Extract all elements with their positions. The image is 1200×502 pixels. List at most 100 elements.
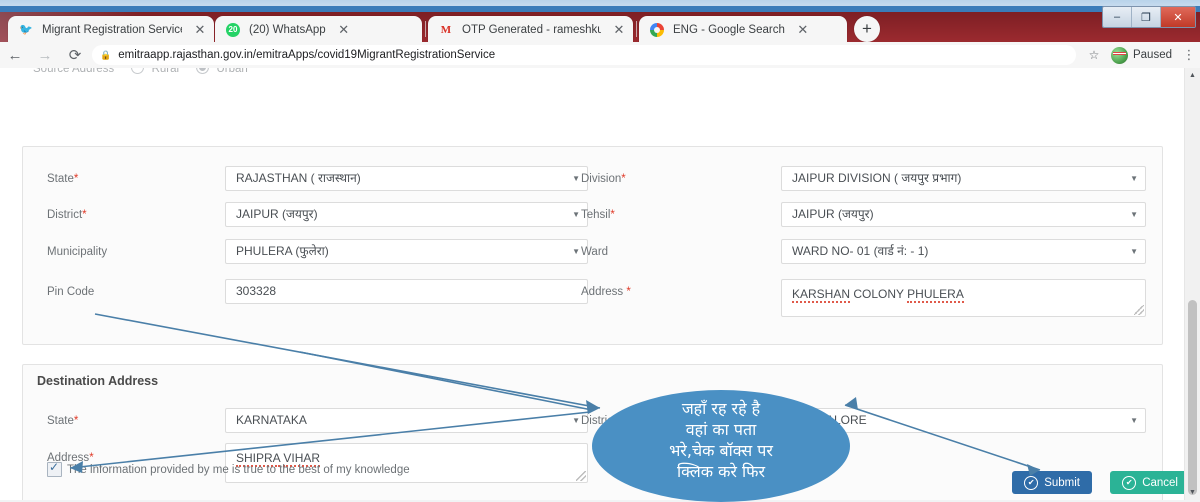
tab-otp-generated[interactable]: M OTP Generated - rameshkumawa ✕: [428, 16, 633, 44]
destination-address-panel: Destination Address State* KARNATAKA ▼ D…: [22, 364, 1163, 500]
pincode-value: 303328: [236, 284, 277, 298]
source-address-type-row[interactable]: Source Address Rural Urban: [33, 68, 248, 75]
address-token: PHULERA: [907, 287, 964, 303]
close-icon[interactable]: ✕: [611, 22, 627, 38]
municipality-label: Municipality: [47, 246, 108, 258]
source-address-legend: Source Address: [33, 68, 115, 75]
municipality-select[interactable]: PHULERA (फुलेरा) ▼: [225, 239, 588, 264]
radio-rural-label: Rural: [151, 68, 180, 75]
tab-title: ENG - Google Search: [673, 24, 785, 36]
dest-district-select[interactable]: BANGALORE ▼: [781, 408, 1146, 433]
cancel-button[interactable]: ✔ Cancel: [1110, 471, 1190, 494]
pincode-input[interactable]: 303328: [225, 279, 588, 304]
required-asterisk: *: [73, 173, 79, 185]
chevron-down-icon: ▼: [572, 210, 580, 219]
extension-icon[interactable]: [1110, 46, 1128, 64]
new-tab-button[interactable]: +: [854, 16, 880, 42]
radio-rural[interactable]: [131, 68, 145, 74]
tab-divider: [636, 21, 637, 37]
close-window-button[interactable]: ✕: [1161, 7, 1195, 27]
gmail-icon: M: [440, 23, 452, 36]
google-icon: [649, 22, 665, 38]
state-label: State*: [47, 173, 79, 185]
division-select[interactable]: JAIPUR DIVISION ( जयपुर प्रभाग) ▼: [781, 166, 1146, 191]
tab-whatsapp[interactable]: 20 (20) WhatsApp ✕: [215, 16, 422, 44]
maximize-button[interactable]: ❐: [1132, 7, 1161, 27]
tehsil-select[interactable]: JAIPUR (जयपुर) ▼: [781, 202, 1146, 227]
required-asterisk: *: [82, 209, 87, 221]
browser-toolbar: ← → ⟳ 🔒 emitraapp.rajasthan.gov.in/emitr…: [0, 42, 1200, 69]
state-select[interactable]: RAJASTHAN ( राजस्थान) ▼: [225, 166, 588, 191]
cancel-label: Cancel: [1142, 476, 1178, 489]
tab-title: Migrant Registration Service: [42, 24, 182, 36]
vertical-scrollbar[interactable]: ▲ ▼: [1184, 68, 1200, 500]
district-select[interactable]: JAIPUR (जयपुर) ▼: [225, 202, 588, 227]
address-token: KARSHAN: [792, 287, 851, 303]
source-address-panel: State* RAJASTHAN ( राजस्थान) ▼ Division*…: [22, 146, 1163, 345]
dest-district-value: BANGALORE: [792, 413, 867, 427]
declaration-checkbox[interactable]: [47, 460, 62, 477]
dest-state-select[interactable]: KARNATAKA ▼: [225, 408, 588, 433]
pincode-label: Pin Code: [47, 286, 95, 298]
resize-grip-icon[interactable]: [1134, 305, 1144, 315]
close-icon[interactable]: ✕: [192, 22, 208, 38]
source-address-textarea[interactable]: KARSHAN COLONY PHULERA: [781, 279, 1146, 317]
tehsil-value: JAIPUR (जयपुर): [792, 207, 874, 221]
declaration-label: The information provided by me is true t…: [67, 463, 410, 476]
browser-menu-icon[interactable]: ⋮: [1178, 47, 1200, 63]
chevron-down-icon: ▼: [1130, 210, 1138, 219]
whatsapp-badge: 20: [226, 23, 240, 37]
tab-list: 🐦 Migrant Registration Service ✕ 20 (20)…: [8, 14, 880, 44]
check-circle-icon: ✔: [1024, 475, 1039, 490]
municipality-value: PHULERA (फुलेरा): [236, 244, 329, 258]
close-icon[interactable]: ✕: [336, 22, 352, 38]
scroll-down-icon[interactable]: ▼: [1185, 485, 1200, 500]
close-icon[interactable]: ✕: [795, 22, 811, 38]
chevron-down-icon: ▼: [572, 174, 580, 183]
lock-icon: 🔒: [100, 49, 112, 60]
dest-district-label: District*: [581, 415, 621, 427]
chevron-down-icon: ▼: [572, 247, 580, 256]
minimize-button[interactable]: –: [1103, 7, 1132, 27]
tab-divider: [425, 21, 426, 37]
district-label: District*: [47, 209, 87, 221]
district-value: JAIPUR (जयपुर): [236, 207, 318, 221]
state-value: RAJASTHAN ( राजस्थान): [236, 171, 361, 185]
destination-address-title: Destination Address: [37, 374, 159, 388]
resize-grip-icon[interactable]: [576, 471, 586, 481]
page-content: Source Address Rural Urban State* RAJAST…: [0, 68, 1200, 500]
bookmark-star-icon[interactable]: ☆: [1082, 48, 1106, 62]
dest-state-value: KARNATAKA: [236, 413, 307, 427]
back-icon[interactable]: ←: [0, 42, 30, 68]
chevron-down-icon: ▼: [1130, 416, 1138, 425]
tab-migrant-registration-service[interactable]: 🐦 Migrant Registration Service ✕: [8, 16, 214, 44]
dest-state-label: State*: [47, 415, 79, 427]
tehsil-label: Tehsil*: [581, 209, 615, 221]
whatsapp-icon: 20: [225, 22, 241, 38]
scrollbar-thumb[interactable]: [1188, 300, 1197, 495]
tab-title: (20) WhatsApp: [249, 24, 326, 36]
ward-value: WARD NO- 01 (वार्ड नं: - 1): [792, 244, 929, 258]
address-bar[interactable]: 🔒 emitraapp.rajasthan.gov.in/emitraApps/…: [92, 45, 1076, 65]
form-canvas: Source Address Rural Urban State* RAJAST…: [0, 68, 1185, 500]
reload-icon[interactable]: ⟳: [60, 42, 90, 68]
ward-select[interactable]: WARD NO- 01 (वार्ड नं: - 1) ▼: [781, 239, 1146, 264]
extension-paused-label[interactable]: Paused: [1133, 49, 1172, 61]
required-asterisk: *: [616, 415, 621, 427]
division-value: JAIPUR DIVISION ( जयपुर प्रभाग): [792, 171, 962, 185]
chevron-down-icon: ▼: [572, 416, 580, 425]
window-controls[interactable]: – ❐ ✕: [1102, 6, 1196, 28]
chevron-down-icon: ▼: [1130, 174, 1138, 183]
tab-eng-google-search[interactable]: ENG - Google Search ✕: [639, 16, 847, 44]
radio-urban-label: Urban: [216, 68, 248, 75]
submit-button[interactable]: ✔ Submit: [1012, 471, 1092, 494]
declaration-row[interactable]: The information provided by me is true t…: [47, 460, 410, 477]
required-asterisk: *: [621, 173, 626, 185]
required-asterisk: *: [73, 415, 79, 427]
division-label: Division*: [581, 173, 626, 185]
radio-urban[interactable]: [196, 68, 210, 74]
forward-icon[interactable]: →: [30, 42, 60, 68]
scroll-up-icon[interactable]: ▲: [1185, 68, 1200, 83]
bird-icon: 🐦: [19, 23, 33, 36]
source-address-label: Address *: [581, 286, 631, 298]
